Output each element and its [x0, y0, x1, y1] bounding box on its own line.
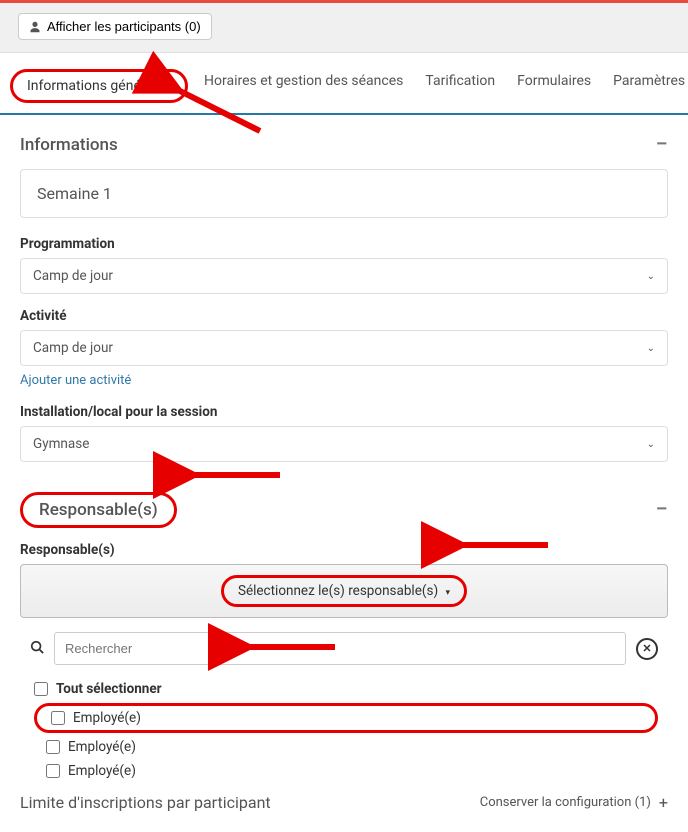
caret-down-icon: ▾ — [446, 588, 451, 598]
employee-option-row[interactable]: Employé(e) — [51, 709, 641, 727]
section-informations-header: Informations − — [20, 115, 668, 163]
programmation-label: Programmation — [20, 236, 668, 252]
installation-label: Installation/local pour la session — [20, 404, 668, 420]
activite-select[interactable]: Camp de jour ⌄ — [20, 330, 668, 366]
programmation-select[interactable]: Camp de jour ⌄ — [20, 258, 668, 294]
section-limit-title: Limite d'inscriptions par participant — [20, 793, 271, 812]
chevron-down-icon: ⌄ — [647, 343, 655, 354]
tab-parametres-avances[interactable]: Paramètres avancés — [607, 69, 688, 103]
employee-option-circled: Employé(e) — [34, 703, 658, 733]
section-responsables-title: Responsable(s) — [20, 492, 177, 528]
footer-right: Conserver la configuration (1) + — [480, 793, 668, 812]
header-bar: Afficher les participants (0) — [0, 3, 688, 53]
responsables-label: Responsable(s) — [20, 542, 668, 558]
tabs-bar: Informations générales Horaires et gesti… — [0, 53, 688, 115]
activite-label: Activité — [20, 308, 668, 324]
main-panel: Informations − Semaine 1 Programmation C… — [0, 115, 688, 832]
tab-tarification[interactable]: Tarification — [419, 69, 501, 103]
tab-horaires[interactable]: Horaires et gestion des séances — [198, 69, 409, 103]
plus-icon[interactable]: + — [659, 793, 668, 812]
select-all-checkbox[interactable] — [34, 682, 48, 696]
session-name-field[interactable]: Semaine 1 — [20, 169, 668, 218]
chevron-down-icon: ⌄ — [647, 271, 655, 282]
show-participants-button[interactable]: Afficher les participants (0) — [18, 13, 212, 40]
search-icon — [30, 640, 44, 658]
installation-value: Gymnase — [33, 436, 89, 452]
session-name-value: Semaine 1 — [37, 184, 112, 203]
employee-option-label: Employé(e) — [73, 710, 141, 726]
section-responsables-header: Responsable(s) − — [20, 476, 668, 536]
footer-row: Limite d'inscriptions par participant Co… — [20, 783, 668, 812]
chevron-down-icon: ⌄ — [647, 439, 655, 450]
conserve-config-label[interactable]: Conserver la configuration (1) — [480, 795, 651, 810]
person-icon — [29, 21, 41, 33]
select-all-row[interactable]: Tout sélectionner — [34, 677, 658, 701]
employee-option-checkbox[interactable] — [51, 711, 65, 725]
select-responsables-dropdown[interactable]: Sélectionnez le(s) responsable(s) ▾ — [20, 564, 668, 618]
show-participants-label: Afficher les participants (0) — [47, 19, 201, 34]
tab-formulaires[interactable]: Formulaires — [511, 69, 597, 103]
select-all-label: Tout sélectionner — [56, 681, 162, 697]
employee-option-row[interactable]: Employé(e) — [34, 759, 658, 783]
responsables-search-row: ✕ — [20, 632, 668, 665]
programmation-value: Camp de jour — [33, 268, 113, 284]
responsables-checklist: Tout sélectionner Employé(e) Employé(e) … — [20, 673, 668, 783]
employee-option-checkbox[interactable] — [46, 740, 60, 754]
section-informations-title: Informations — [20, 135, 118, 155]
collapse-informations-button[interactable]: − — [656, 140, 668, 150]
responsables-search-input[interactable] — [54, 632, 626, 665]
activite-value: Camp de jour — [33, 340, 113, 356]
add-activity-link[interactable]: Ajouter une activité — [20, 373, 131, 388]
clear-search-button[interactable]: ✕ — [636, 638, 658, 660]
tab-informations-generales[interactable]: Informations générales — [10, 69, 188, 103]
employee-option-row[interactable]: Employé(e) — [34, 735, 658, 759]
select-responsables-label-circled: Sélectionnez le(s) responsable(s) ▾ — [221, 575, 467, 607]
installation-select[interactable]: Gymnase ⌄ — [20, 426, 668, 462]
collapse-responsables-button[interactable]: − — [656, 505, 668, 515]
employee-option-label: Employé(e) — [68, 763, 136, 779]
employee-option-label: Employé(e) — [68, 739, 136, 755]
employee-option-checkbox[interactable] — [46, 764, 60, 778]
